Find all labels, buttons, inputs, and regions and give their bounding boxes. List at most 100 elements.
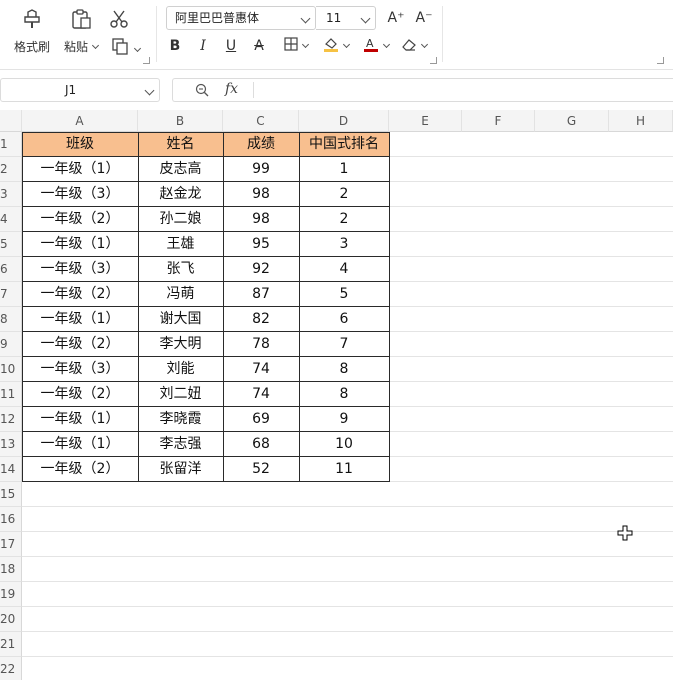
table-cell[interactable]: 6 — [299, 307, 389, 332]
column-header[interactable]: A — [22, 110, 138, 132]
table-cell[interactable]: 87 — [223, 282, 299, 307]
table-cell[interactable]: 74 — [223, 357, 299, 382]
table-cell[interactable]: 4 — [299, 257, 389, 282]
table-cell[interactable]: 95 — [223, 232, 299, 257]
row-header[interactable]: 18 — [0, 557, 22, 582]
table-cell[interactable]: 一年级（2） — [22, 457, 138, 482]
table-cell[interactable]: 赵金龙 — [138, 182, 223, 207]
table-cell[interactable]: 一年级（3） — [22, 357, 138, 382]
table-cell[interactable]: 3 — [299, 232, 389, 257]
row-header[interactable]: 9 — [0, 332, 22, 357]
borders-button[interactable] — [280, 36, 312, 56]
table-cell[interactable]: 2 — [299, 182, 389, 207]
underline-button[interactable]: U — [222, 36, 240, 56]
clipboard-group-expander[interactable] — [143, 57, 150, 64]
table-cell[interactable]: 一年级（1） — [22, 432, 138, 457]
strikethrough-button[interactable]: A — [250, 36, 268, 56]
row-header[interactable]: 2 — [0, 157, 22, 182]
row-header[interactable]: 6 — [0, 257, 22, 282]
table-cell[interactable]: 10 — [299, 432, 389, 457]
font-group-expander[interactable] — [430, 57, 437, 64]
italic-button[interactable]: I — [194, 36, 212, 56]
table-cell[interactable]: 98 — [223, 207, 299, 232]
table-header-cell[interactable]: 姓名 — [138, 132, 223, 157]
table-cell[interactable]: 92 — [223, 257, 299, 282]
row-header[interactable]: 20 — [0, 607, 22, 632]
table-cell[interactable]: 8 — [299, 357, 389, 382]
table-header-cell[interactable]: 成绩 — [223, 132, 299, 157]
table-cell[interactable]: 李晓霞 — [138, 407, 223, 432]
row-header[interactable]: 8 — [0, 307, 22, 332]
row-header[interactable]: 10 — [0, 357, 22, 382]
bold-button[interactable]: B — [166, 36, 184, 56]
table-cell[interactable]: 98 — [223, 182, 299, 207]
row-header[interactable]: 19 — [0, 582, 22, 607]
increase-font-size-button[interactable]: A⁺ — [386, 8, 406, 28]
table-cell[interactable]: 一年级（1） — [22, 232, 138, 257]
fill-color-button[interactable] — [320, 36, 352, 56]
row-header[interactable]: 22 — [0, 657, 22, 680]
name-box[interactable]: J1 — [0, 78, 160, 102]
table-cell[interactable]: 一年级（1） — [22, 157, 138, 182]
row-header[interactable]: 3 — [0, 182, 22, 207]
row-header[interactable]: 4 — [0, 207, 22, 232]
table-cell[interactable]: 一年级（2） — [22, 282, 138, 307]
table-cell[interactable]: 1 — [299, 157, 389, 182]
table-cell[interactable]: 一年级（1） — [22, 307, 138, 332]
spreadsheet-grid[interactable]: A B C D E F G H 1 2 3 4 5 6 7 8 9 10 11 12 13 14 15 16 17 18 19 20 2… — [0, 110, 673, 680]
font-family-select[interactable]: 阿里巴巴普惠体 — [166, 6, 316, 30]
row-header[interactable]: 16 — [0, 507, 22, 532]
row-header[interactable]: 21 — [0, 632, 22, 657]
row-header[interactable]: 7 — [0, 282, 22, 307]
table-cell[interactable]: 一年级（2） — [22, 382, 138, 407]
table-cell[interactable]: 一年级（1） — [22, 407, 138, 432]
table-cell[interactable]: 一年级（2） — [22, 332, 138, 357]
clear-format-button[interactable] — [398, 36, 430, 56]
table-header-cell[interactable]: 班级 — [22, 132, 138, 157]
table-cell[interactable]: 皮志高 — [138, 157, 223, 182]
row-header[interactable]: 1 — [0, 132, 22, 157]
table-cell[interactable]: 张留洋 — [138, 457, 223, 482]
zoom-icon[interactable] — [195, 83, 209, 97]
decrease-font-size-button[interactable]: A⁻ — [414, 8, 434, 28]
column-header[interactable]: F — [462, 110, 535, 132]
column-header[interactable]: D — [299, 110, 389, 132]
column-header[interactable]: G — [535, 110, 609, 132]
table-cell[interactable]: 冯萌 — [138, 282, 223, 307]
table-cell[interactable]: 9 — [299, 407, 389, 432]
table-cell[interactable]: 7 — [299, 332, 389, 357]
table-cell[interactable]: 孙二娘 — [138, 207, 223, 232]
row-header[interactable]: 12 — [0, 407, 22, 432]
row-header[interactable]: 5 — [0, 232, 22, 257]
font-size-select[interactable]: 11 — [316, 6, 376, 30]
table-cell[interactable]: 5 — [299, 282, 389, 307]
column-header[interactable]: E — [389, 110, 462, 132]
table-cell[interactable]: 52 — [223, 457, 299, 482]
select-all-corner[interactable] — [0, 110, 22, 132]
row-header[interactable]: 15 — [0, 482, 22, 507]
table-cell[interactable]: 11 — [299, 457, 389, 482]
column-header[interactable]: H — [609, 110, 673, 132]
row-header[interactable]: 17 — [0, 532, 22, 557]
table-cell[interactable]: 一年级（3） — [22, 257, 138, 282]
table-cell[interactable]: 李大明 — [138, 332, 223, 357]
copy-button[interactable] — [110, 36, 142, 56]
font-color-button[interactable]: A — [360, 36, 392, 56]
table-cell[interactable]: 68 — [223, 432, 299, 457]
table-cell[interactable]: 刘能 — [138, 357, 223, 382]
table-cell[interactable]: 李志强 — [138, 432, 223, 457]
table-cell[interactable]: 8 — [299, 382, 389, 407]
column-header[interactable]: B — [138, 110, 223, 132]
fx-icon[interactable]: fx — [225, 81, 238, 97]
table-cell[interactable]: 刘二妞 — [138, 382, 223, 407]
column-header[interactable]: C — [223, 110, 299, 132]
alignment-group-expander[interactable] — [657, 57, 664, 64]
format-painter-button[interactable]: 格式刷 — [14, 6, 50, 55]
table-cell[interactable]: 74 — [223, 382, 299, 407]
table-cell[interactable]: 78 — [223, 332, 299, 357]
table-cell[interactable]: 99 — [223, 157, 299, 182]
table-header-cell[interactable]: 中国式排名 — [299, 132, 389, 157]
table-cell[interactable]: 谢大国 — [138, 307, 223, 332]
cut-button[interactable] — [106, 6, 132, 32]
formula-input[interactable]: fx — [172, 78, 673, 102]
